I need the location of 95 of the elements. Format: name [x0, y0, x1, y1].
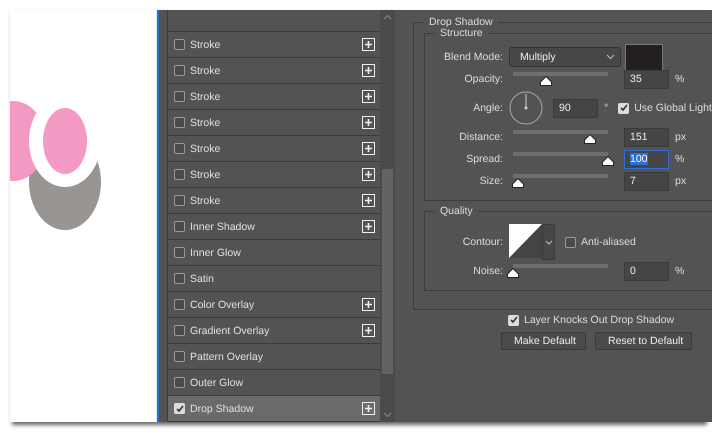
unit-label: %: [675, 265, 684, 277]
style-label: Stroke: [190, 90, 222, 102]
scroll-down-icon[interactable]: [383, 412, 392, 418]
add-icon[interactable]: [362, 402, 375, 415]
number-field[interactable]: 151: [624, 128, 669, 146]
angle-dial[interactable]: [509, 91, 543, 125]
unit-label: %: [675, 153, 684, 165]
style-list-item[interactable]: Satin: [168, 266, 380, 292]
checkbox[interactable]: [174, 143, 185, 154]
style-list-item[interactable]: Gradient Overlay: [168, 318, 380, 344]
field-label: Spread:: [465, 153, 504, 165]
style-label: Stroke: [190, 64, 222, 76]
checkbox[interactable]: [174, 351, 185, 362]
style-list-item[interactable]: Stroke: [168, 110, 380, 136]
color-swatch[interactable]: [625, 44, 663, 70]
style-label: Stroke: [190, 38, 222, 50]
number-field[interactable]: 0: [624, 262, 669, 280]
checkbox[interactable]: [174, 91, 185, 102]
number-field[interactable]: 100: [624, 150, 669, 168]
scroll-up-icon[interactable]: [383, 14, 392, 20]
add-icon[interactable]: [362, 298, 375, 311]
unit-label: %: [675, 73, 684, 85]
field-label: Blend Mode:: [443, 51, 504, 63]
slider-thumb[interactable]: [507, 268, 519, 278]
style-label: Inner Glow: [190, 246, 242, 258]
style-label: Drop Shadow: [190, 402, 255, 414]
checkbox[interactable]: [174, 325, 185, 336]
checkbox[interactable]: [565, 236, 576, 248]
style-label: Pattern Overlay: [190, 350, 264, 362]
blend-mode-dropdown[interactable]: Multiply: [509, 47, 621, 67]
style-label: Gradient Overlay: [190, 324, 270, 336]
checkbox-label: Layer Knocks Out Drop Shadow: [524, 314, 674, 326]
style-label: Inner Shadow: [190, 220, 256, 232]
field-label: Opacity:: [463, 73, 504, 85]
checkbox[interactable]: [174, 65, 185, 76]
add-icon[interactable]: [362, 142, 375, 155]
style-list-item[interactable]: Stroke: [168, 32, 380, 58]
style-list-item[interactable]: Stroke: [168, 136, 380, 162]
style-label: Stroke: [190, 168, 222, 180]
style-list-item[interactable]: Stroke: [168, 84, 380, 110]
checkbox-label: Use Global Light: [634, 102, 712, 114]
checkbox[interactable]: [174, 169, 185, 180]
add-icon[interactable]: [362, 220, 375, 233]
style-list-item[interactable]: Color Overlay: [168, 292, 380, 318]
number-field[interactable]: 90: [553, 98, 598, 118]
number-field[interactable]: 7: [624, 172, 669, 190]
checkbox[interactable]: [174, 221, 185, 232]
style-list-item[interactable]: Stroke: [168, 162, 380, 188]
add-icon[interactable]: [362, 116, 375, 129]
reset-button[interactable]: Reset to Default: [595, 332, 692, 350]
checkbox[interactable]: [174, 273, 185, 284]
group-title: Quality: [435, 205, 478, 217]
group-title: Structure: [435, 27, 488, 39]
field-label: Distance:: [458, 131, 504, 143]
unit-label: px: [675, 131, 686, 143]
style-list-item[interactable]: Stroke: [168, 188, 380, 214]
caret-icon: [544, 240, 552, 244]
number-field[interactable]: 35: [624, 70, 669, 88]
group-title: Drop Shadow: [424, 16, 498, 28]
unit-label: °: [604, 102, 608, 114]
checkbox[interactable]: [174, 117, 185, 128]
add-icon[interactable]: [362, 324, 375, 337]
checkbox[interactable]: [174, 247, 185, 258]
checkbox-label: Anti-aliased: [581, 236, 636, 248]
style-list-item[interactable]: Inner Shadow: [168, 214, 380, 240]
scroll-thumb[interactable]: [382, 168, 393, 374]
add-icon[interactable]: [362, 64, 375, 77]
style-list-item[interactable]: Stroke: [168, 58, 380, 84]
style-list-item[interactable]: Inner Glow: [168, 240, 380, 266]
style-label: Stroke: [190, 116, 222, 128]
style-label: Stroke: [190, 142, 222, 154]
style-label: Color Overlay: [190, 298, 256, 310]
style-label: Stroke: [190, 194, 222, 206]
unit-label: px: [675, 175, 686, 187]
scrollbar[interactable]: [380, 10, 395, 422]
add-icon[interactable]: [362, 90, 375, 103]
caret-icon: [606, 54, 615, 60]
field-label: Angle:: [472, 102, 504, 114]
style-list-item[interactable]: Drop Shadow: [168, 396, 380, 422]
checkbox[interactable]: [174, 299, 185, 310]
field-label: Contour:: [462, 236, 504, 248]
checkbox[interactable]: [174, 377, 185, 388]
style-label: Outer Glow: [190, 376, 244, 388]
make-default-button[interactable]: Make Default: [501, 332, 586, 350]
add-icon[interactable]: [362, 38, 375, 51]
style-label: Satin: [190, 272, 215, 284]
checkbox[interactable]: [174, 195, 185, 206]
slider-thumb[interactable]: [602, 156, 614, 166]
contour-preview[interactable]: [509, 224, 542, 258]
field-label: Size:: [478, 175, 504, 187]
field-label: Noise:: [472, 265, 504, 277]
checkbox[interactable]: [174, 39, 185, 50]
add-icon[interactable]: [362, 194, 375, 207]
style-list-item[interactable]: Pattern Overlay: [168, 344, 380, 370]
add-icon[interactable]: [362, 168, 375, 181]
